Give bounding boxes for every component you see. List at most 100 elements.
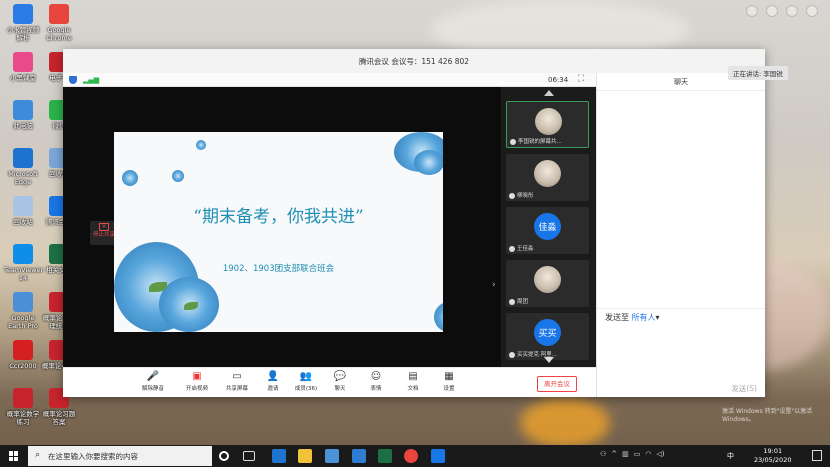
- desktop-icon-label: Google Earth Pro: [8, 314, 38, 330]
- desktop-icon-label: Google Chrome: [46, 26, 72, 42]
- taskbar: ⌕ 在这里输入你要搜索的内容 ⚇ ^ ▥ ▭ ◠ ◁) 中 19:01 23/0…: [0, 445, 830, 467]
- desktop-icon-label: 小水管视频解析: [6, 26, 40, 42]
- desktop-icon-label: 回收站: [13, 218, 33, 226]
- avatar: 买买: [534, 319, 561, 346]
- invite-button[interactable]: 👤 邀请: [256, 371, 290, 392]
- desktop-icon[interactable]: Ccr2000: [4, 340, 42, 370]
- ime-indicator[interactable]: 中: [727, 451, 734, 461]
- file-explorer-icon[interactable]: [298, 449, 312, 463]
- flower-decoration: [172, 170, 184, 182]
- network-icon[interactable]: ▥: [622, 450, 629, 458]
- wifi-icon[interactable]: ◠: [645, 450, 651, 458]
- share-screen-button[interactable]: ▭ 共享屏幕: [220, 371, 254, 392]
- flower-decoration: [196, 140, 206, 150]
- scroll-up-icon[interactable]: [544, 90, 554, 96]
- settings-button[interactable]: ▦ 设置: [432, 371, 466, 392]
- signal-icon[interactable]: ▂▄▆: [83, 76, 99, 84]
- mail-icon[interactable]: [352, 449, 366, 463]
- chat-panel: 聊天 发送至 所有人▾ 发送(S): [596, 73, 765, 397]
- chrome-icon[interactable]: [404, 449, 418, 463]
- members-button[interactable]: 👥 成员(36): [289, 371, 323, 392]
- desktop-icon-label: 此电脑: [13, 122, 33, 130]
- chevron-right-icon[interactable]: ›: [492, 280, 496, 290]
- earth-icon: [13, 292, 33, 312]
- participant-tile[interactable]: 佳淼 王佳淼: [506, 207, 589, 254]
- participant-name-row: 李国锐的屏幕共...: [510, 137, 586, 145]
- participant-tile[interactable]: 周团: [506, 260, 589, 307]
- participant-name: 周团: [517, 299, 529, 305]
- video-button[interactable]: ▣ 开启视频: [180, 371, 214, 392]
- chat-label: 聊天: [334, 386, 346, 392]
- shield-icon[interactable]: [69, 76, 77, 84]
- desktop-icon[interactable]: 小水管视频解析: [4, 4, 42, 42]
- edge-icon[interactable]: [272, 449, 286, 463]
- participant-name-row: 柳晓彤: [509, 191, 587, 199]
- send-button[interactable]: 发送(S): [731, 383, 757, 394]
- send-to-selector[interactable]: 发送至 所有人▾: [605, 312, 660, 323]
- taskbar-search[interactable]: ⌕ 在这里输入你要搜索的内容: [28, 446, 212, 466]
- flower-decoration: [122, 170, 138, 186]
- leave-meeting-button[interactable]: 离开会议: [537, 376, 577, 392]
- user-icon[interactable]: [766, 5, 778, 17]
- windows-start-icon[interactable]: [9, 451, 19, 461]
- participant-tile[interactable]: 李国锐的屏幕共...: [506, 101, 589, 148]
- stop-share-label: 停止共享: [92, 232, 115, 238]
- settings-icon[interactable]: [786, 5, 798, 17]
- chrome-icon: [49, 4, 69, 24]
- mic-off-icon: 🎤: [146, 371, 160, 382]
- flower-decoration: [414, 150, 443, 175]
- mute-button[interactable]: 🎤 解除静音: [136, 371, 170, 392]
- chat-button[interactable]: 💬 聊天: [323, 371, 357, 392]
- desktop-icon[interactable]: 概率论数学练习: [4, 388, 42, 426]
- send-to-target[interactable]: 所有人: [632, 313, 656, 322]
- fullscreen-icon[interactable]: ⛶: [578, 74, 584, 84]
- members-icon: 👥: [299, 371, 313, 382]
- status-bar: ▂▄▆ 06:34 ⛶: [63, 73, 596, 87]
- desktop-icon[interactable]: Google Chrome: [40, 4, 78, 42]
- search-icon: ⌕: [35, 450, 41, 460]
- participant-list: 李国锐的屏幕共... 柳晓彤佳淼 王佳淼周团买买 买买提克·阿里...: [501, 87, 596, 367]
- mute-label: 解除静音: [141, 386, 164, 392]
- reactions-button[interactable]: ☺ 表情: [359, 371, 393, 392]
- battery-icon[interactable]: ▭: [634, 450, 641, 458]
- chevron-up-icon[interactable]: ^: [611, 450, 617, 458]
- desktop-icon[interactable]: Google Earth Pro: [4, 292, 42, 330]
- desktop-icon[interactable]: 小黑课堂: [4, 52, 42, 82]
- task-view-icon[interactable]: [219, 451, 229, 461]
- presentation-slide: “期末备考，你我共进” 1902、1903团支部联合班会: [114, 132, 443, 332]
- participant-name: 王佳淼: [517, 246, 534, 252]
- desktop-icon-label: Ccr2000: [9, 362, 37, 370]
- clock-date: 23/05/2020: [754, 456, 792, 464]
- notification-icon[interactable]: [812, 450, 822, 461]
- task-switch-icon[interactable]: [243, 451, 255, 461]
- title-bar: 腾讯会议 会议号：151 426 802: [63, 49, 765, 73]
- power-icon[interactable]: [806, 5, 818, 17]
- desktop-icon[interactable]: 回收站: [4, 196, 42, 226]
- search-placeholder: 在这里输入你要搜索的内容: [48, 452, 138, 461]
- participant-tile[interactable]: 买买 买买提克·阿里...: [506, 313, 589, 360]
- docs-button[interactable]: ▤ 文档: [396, 371, 430, 392]
- person-add-icon: 👤: [266, 371, 280, 382]
- mic-icon: [510, 138, 516, 145]
- participant-tile[interactable]: 柳晓彤: [506, 154, 589, 201]
- desktop-icon[interactable]: 此电脑: [4, 100, 42, 130]
- divider: [597, 308, 765, 309]
- meeting-icon[interactable]: [431, 449, 445, 463]
- lock-icon[interactable]: [746, 5, 758, 17]
- excel-icon[interactable]: [378, 449, 392, 463]
- desktop-icon[interactable]: Microsoft Edge: [4, 148, 42, 186]
- people-icon[interactable]: ⚇: [600, 450, 606, 458]
- desktop-icon[interactable]: TeamViewer 14: [4, 244, 43, 282]
- mic-icon: [509, 192, 515, 199]
- computer-icon: [13, 100, 33, 120]
- share-label: 共享屏幕: [225, 386, 248, 392]
- volume-icon[interactable]: ◁): [657, 450, 665, 458]
- scroll-down-icon[interactable]: [544, 357, 554, 363]
- desktop-icon-label: 概率论数学练习: [6, 410, 40, 426]
- meeting-timer: 06:34: [548, 76, 569, 84]
- meeting-window: 腾讯会议 会议号：151 426 802 ▂▄▆ 06:34 ⛶ × 停止共享 …: [63, 49, 765, 397]
- app-icon: [13, 340, 33, 360]
- clock[interactable]: 19:01 23/05/2020: [754, 447, 791, 465]
- store-icon[interactable]: [325, 449, 339, 463]
- mic-icon: [509, 298, 515, 305]
